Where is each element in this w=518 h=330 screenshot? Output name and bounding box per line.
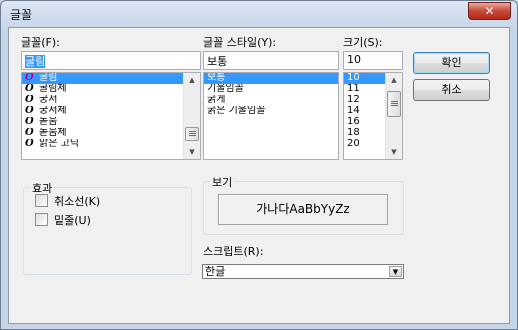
font-list-item[interactable]: O 굴림체 bbox=[22, 84, 183, 95]
style-list-item[interactable]: 굵게 bbox=[204, 95, 338, 106]
size-list-item-label: 16 bbox=[347, 117, 360, 127]
style-list-item-label: 보통 bbox=[207, 73, 226, 83]
size-list-item[interactable]: 20 bbox=[344, 139, 385, 150]
preview-title: 보기 bbox=[210, 174, 235, 190]
size-list[interactable]: 10 11 12 14 16 18 20 ▲ ▼ bbox=[343, 72, 403, 160]
size-list-item[interactable]: 16 bbox=[344, 117, 385, 128]
size-list-item-label: 11 bbox=[347, 84, 360, 94]
truetype-font-icon: O bbox=[25, 139, 34, 149]
scroll-up-icon: ▲ bbox=[189, 76, 195, 84]
font-list-item[interactable]: O 궁서 bbox=[22, 95, 183, 106]
truetype-font-icon: O bbox=[25, 84, 34, 94]
truetype-font-icon: O bbox=[25, 128, 34, 138]
font-list-item-label: 궁서 bbox=[39, 95, 58, 105]
truetype-font-icon: O bbox=[25, 95, 34, 105]
style-list-item[interactable]: 기울임꼴 bbox=[204, 84, 338, 95]
font-list-item-label: 맑은 고딕 bbox=[39, 139, 79, 149]
style-input[interactable]: 보통 bbox=[203, 51, 339, 70]
strikeout-checkbox[interactable] bbox=[35, 194, 48, 207]
script-dropdown-arrow[interactable]: ▼ bbox=[389, 266, 402, 277]
grip-line bbox=[189, 131, 196, 132]
font-list-item-label: 돋움 bbox=[39, 117, 58, 127]
font-dialog-window: 글꼴 ✕ 글꼴(F): 굴림 O 굴림 O 굴림체 O 궁서 O 궁서체 O 돋움 O 돋움체 O 맑은 … bbox=[0, 0, 518, 330]
font-list-item-label: 돋움체 bbox=[39, 128, 67, 138]
scroll-up-icon: ▲ bbox=[391, 76, 397, 84]
font-label: 글꼴(F): bbox=[21, 36, 60, 49]
font-list-item-label: 궁서체 bbox=[39, 106, 67, 116]
size-list-item-label: 12 bbox=[347, 95, 360, 105]
close-button[interactable]: ✕ bbox=[468, 2, 511, 20]
size-list-item-label: 20 bbox=[347, 139, 360, 149]
style-input-value: 보통 bbox=[207, 55, 228, 68]
chevron-down-icon: ▼ bbox=[392, 268, 399, 276]
size-list-item-label: 10 bbox=[347, 73, 360, 83]
truetype-font-icon: O bbox=[25, 117, 34, 127]
font-list-item-label: 굴림체 bbox=[39, 84, 67, 94]
size-list-item[interactable]: 14 bbox=[344, 106, 385, 117]
grip-line bbox=[391, 103, 398, 104]
scroll-down-arrow[interactable]: ▼ bbox=[386, 145, 402, 159]
truetype-font-icon: O bbox=[25, 73, 34, 83]
font-list-item[interactable]: O 굴림 bbox=[22, 73, 183, 84]
size-list-item[interactable]: 12 bbox=[344, 95, 385, 106]
style-label: 글꼴 스타일(Y): bbox=[203, 36, 277, 49]
size-list-item[interactable]: 10 bbox=[344, 73, 385, 84]
size-list-item-label: 14 bbox=[347, 106, 360, 116]
dialog-client-area: 글꼴(F): 굴림 O 굴림 O 굴림체 O 궁서 O 궁서체 O 돋움 O 돋움체 O 맑은 고딕 ▲ … bbox=[8, 27, 510, 324]
grip-line bbox=[189, 135, 196, 136]
window-title: 글꼴 bbox=[10, 8, 33, 22]
scroll-up-arrow[interactable]: ▲ bbox=[386, 73, 402, 87]
font-list-item[interactable]: O 돋움 bbox=[22, 117, 183, 128]
scroll-down-icon: ▼ bbox=[391, 148, 397, 156]
font-list-item[interactable]: O 궁서체 bbox=[22, 106, 183, 117]
script-label: 스크립트(R): bbox=[203, 245, 264, 258]
font-list[interactable]: O 굴림 O 굴림체 O 궁서 O 궁서체 O 돋움 O 돋움체 O 맑은 고딕 ▲ ▼ bbox=[21, 72, 201, 160]
underline-checkbox[interactable] bbox=[35, 213, 48, 226]
preview-sample: 가나다AaBbYyZz bbox=[218, 194, 388, 225]
scroll-up-arrow[interactable]: ▲ bbox=[184, 73, 200, 87]
style-list-item-label: 굵게 bbox=[207, 95, 226, 105]
font-input[interactable]: 굴림 bbox=[21, 51, 201, 70]
scroll-down-icon: ▼ bbox=[189, 148, 195, 156]
style-list-item[interactable]: 보통 bbox=[204, 73, 338, 84]
effects-group bbox=[23, 187, 192, 275]
font-list-item[interactable]: O 맑은 고딕 bbox=[22, 139, 183, 150]
scroll-down-arrow[interactable]: ▼ bbox=[184, 145, 200, 159]
grip-line bbox=[189, 133, 196, 134]
close-icon: ✕ bbox=[484, 4, 495, 18]
strikeout-label[interactable]: 취소선(K) bbox=[54, 193, 100, 209]
size-list-scroll-thumb[interactable] bbox=[387, 91, 401, 117]
font-list-scroll-thumb[interactable] bbox=[185, 127, 199, 141]
cancel-button[interactable]: 취소 bbox=[413, 79, 490, 101]
style-list-item-label: 기울임꼴 bbox=[207, 84, 244, 94]
font-list-scrollbar[interactable]: ▲ ▼ bbox=[183, 73, 200, 159]
underline-label[interactable]: 밑줄(U) bbox=[54, 212, 91, 228]
font-input-value: 굴림 bbox=[25, 55, 46, 68]
style-list-items: 보통 기울임꼴 굵게 굵은 기울임꼴 bbox=[204, 73, 338, 117]
size-input[interactable]: 10 bbox=[343, 51, 403, 70]
font-list-items: O 굴림 O 굴림체 O 궁서 O 궁서체 O 돋움 O 돋움체 O 맑은 고딕 bbox=[22, 73, 200, 150]
size-input-value: 10 bbox=[347, 53, 361, 66]
script-select[interactable]: 한글 ▼ bbox=[202, 264, 404, 279]
grip-line bbox=[391, 105, 398, 106]
truetype-font-icon: O bbox=[25, 106, 34, 116]
style-list-item-label: 굵은 기울임꼴 bbox=[207, 106, 266, 116]
size-list-item-label: 18 bbox=[347, 128, 360, 138]
title-bar[interactable]: 글꼴 ✕ bbox=[1, 1, 517, 27]
font-list-item-label: 굴림 bbox=[39, 73, 58, 83]
script-select-value: 한글 bbox=[205, 265, 226, 278]
size-list-scrollbar[interactable]: ▲ ▼ bbox=[385, 73, 402, 159]
grip-line bbox=[391, 101, 398, 102]
size-list-item[interactable]: 18 bbox=[344, 128, 385, 139]
size-list-item[interactable]: 11 bbox=[344, 84, 385, 95]
font-list-item[interactable]: O 돋움체 bbox=[22, 128, 183, 139]
style-list[interactable]: 보통 기울임꼴 굵게 굵은 기울임꼴 bbox=[203, 72, 339, 160]
ok-button[interactable]: 확인 bbox=[413, 52, 490, 74]
style-list-item[interactable]: 굵은 기울임꼴 bbox=[204, 106, 338, 117]
size-label: 크기(S): bbox=[343, 36, 383, 49]
